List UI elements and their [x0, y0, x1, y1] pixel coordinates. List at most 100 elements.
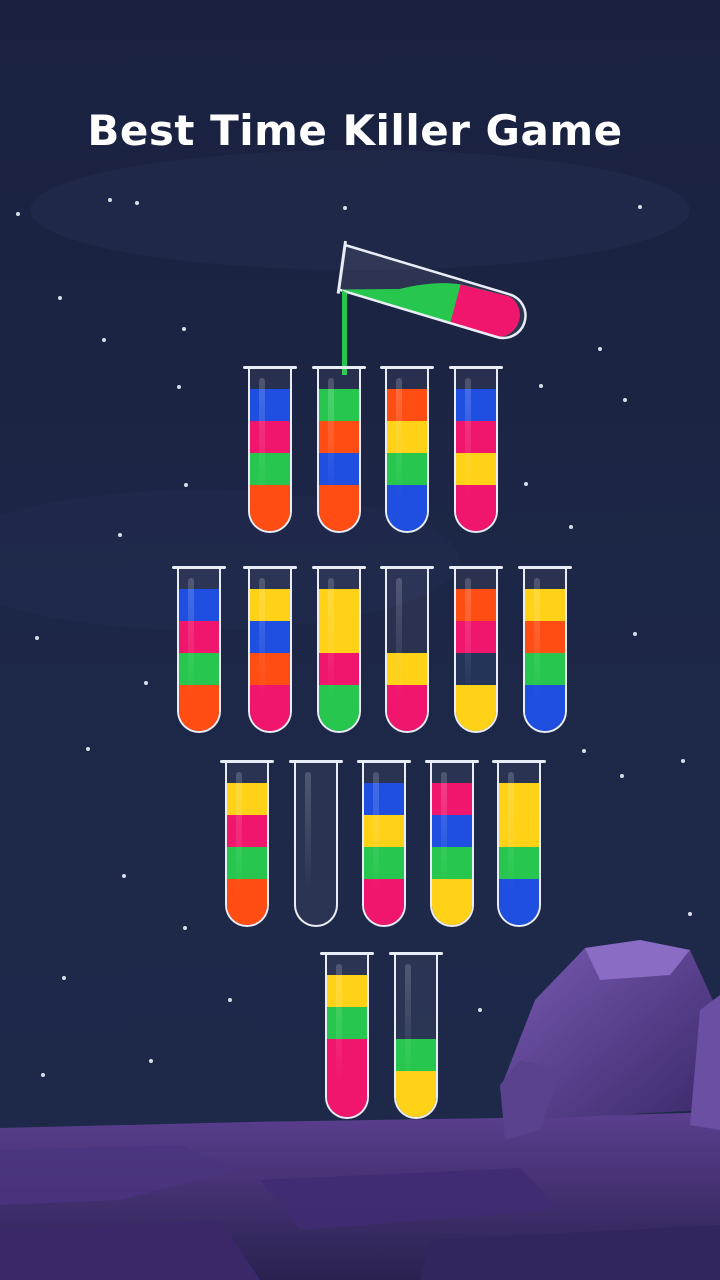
- tube-4[interactable]: [449, 366, 503, 535]
- tube-rim: [449, 366, 503, 369]
- liquid-layer-yellow: [387, 653, 427, 685]
- tube-rim: [380, 566, 434, 569]
- glass-shine: [328, 378, 334, 498]
- liquid-layer-red: [456, 621, 496, 653]
- liquid-layer-yellow: [250, 589, 290, 621]
- tube-rim: [243, 366, 297, 369]
- tube-glass: [394, 954, 438, 1119]
- tube-3[interactable]: [380, 366, 434, 535]
- liquid-layer-green: [525, 653, 565, 685]
- liquid-layer-yellow: [525, 589, 565, 621]
- liquid-layer-orange: [227, 879, 267, 925]
- tube-13[interactable]: [357, 760, 411, 929]
- glass-shine: [508, 772, 514, 892]
- tube-glass: [430, 762, 474, 927]
- liquid-layer-orange: [525, 621, 565, 653]
- liquid-layer-blue: [387, 485, 427, 531]
- tube-7[interactable]: [312, 566, 366, 735]
- liquid-layer-green: [432, 847, 472, 879]
- tube-glass: [317, 568, 361, 733]
- tube-glass: [325, 954, 369, 1119]
- tube-rim: [492, 760, 546, 763]
- liquid-layer-red: [327, 1039, 367, 1071]
- liquid-layer-red: [227, 815, 267, 847]
- tube-glass: [454, 568, 498, 733]
- tube-glass: [362, 762, 406, 927]
- tube-rim: [320, 952, 374, 955]
- tube-glass: [497, 762, 541, 927]
- tube-glass: [317, 368, 361, 533]
- tube-12[interactable]: [289, 760, 343, 929]
- liquid-layer-blue: [179, 589, 219, 621]
- liquid-layer-yellow: [396, 1071, 436, 1117]
- liquid-layer-yellow: [319, 621, 359, 653]
- liquid-layer-orange: [250, 485, 290, 531]
- tube-rim: [220, 760, 274, 763]
- tube-1[interactable]: [243, 366, 297, 535]
- tube-rim: [312, 366, 366, 369]
- glass-shine: [373, 772, 379, 892]
- tube-14[interactable]: [425, 760, 479, 929]
- liquid-layer-blue: [250, 389, 290, 421]
- tube-17[interactable]: [389, 952, 443, 1121]
- glass-shine: [328, 578, 334, 698]
- liquid-layer-yellow: [432, 879, 472, 925]
- liquid-layer-orange: [456, 589, 496, 621]
- liquid-layer-red: [327, 1071, 367, 1117]
- tube-glass: [177, 568, 221, 733]
- tube-6[interactable]: [243, 566, 297, 735]
- liquid-layer-orange: [179, 685, 219, 731]
- tube-rim: [518, 566, 572, 569]
- liquid-layer-red: [250, 421, 290, 453]
- glass-shine: [465, 378, 471, 498]
- glass-shine: [305, 772, 311, 892]
- glass-shine: [336, 964, 342, 1084]
- liquid-layer-yellow: [456, 685, 496, 731]
- tube-glass: [225, 762, 269, 927]
- liquid-layer-green: [319, 685, 359, 731]
- liquid-layer-orange: [319, 485, 359, 531]
- liquid-layer-green: [250, 453, 290, 485]
- liquid-layer-green: [319, 389, 359, 421]
- liquid-layer-blue: [364, 783, 404, 815]
- tube-glass: [454, 368, 498, 533]
- tube-15[interactable]: [492, 760, 546, 929]
- tube-glass: [385, 568, 429, 733]
- liquid-layer-yellow: [499, 783, 539, 815]
- liquid-layer-yellow: [387, 421, 427, 453]
- tube-rim: [243, 566, 297, 569]
- liquid-layer-red: [432, 783, 472, 815]
- liquid-layer-red: [364, 879, 404, 925]
- liquid-layer-green: [364, 847, 404, 879]
- liquid-layer-blue: [319, 453, 359, 485]
- liquid-layer-red: [387, 685, 427, 731]
- tube-10[interactable]: [518, 566, 572, 735]
- tube-glass: [248, 368, 292, 533]
- liquid-layer-orange: [250, 653, 290, 685]
- tube-rim: [425, 760, 479, 763]
- tube-glass: [523, 568, 567, 733]
- liquid-layer-yellow: [327, 975, 367, 1007]
- tube-16[interactable]: [320, 952, 374, 1121]
- liquid-layer-orange: [319, 421, 359, 453]
- tube-9[interactable]: [449, 566, 503, 735]
- liquid-layer-red: [319, 653, 359, 685]
- liquid-layer-yellow: [319, 589, 359, 621]
- tube-2[interactable]: [312, 366, 366, 535]
- glass-shine: [534, 578, 540, 698]
- tube-11[interactable]: [220, 760, 274, 929]
- liquid-layer-red: [250, 685, 290, 731]
- tube-8[interactable]: [380, 566, 434, 735]
- liquid-layer-red: [456, 421, 496, 453]
- liquid-layer-green: [499, 847, 539, 879]
- glass-shine: [405, 964, 411, 1084]
- liquid-layer-green: [179, 653, 219, 685]
- glass-shine: [396, 578, 402, 698]
- glass-shine: [396, 378, 402, 498]
- liquid-layer-green: [327, 1007, 367, 1039]
- liquid-layer-yellow: [499, 815, 539, 847]
- liquid-layer-yellow: [227, 783, 267, 815]
- glass-shine: [465, 578, 471, 698]
- tube-5[interactable]: [172, 566, 226, 735]
- tube-rim: [357, 760, 411, 763]
